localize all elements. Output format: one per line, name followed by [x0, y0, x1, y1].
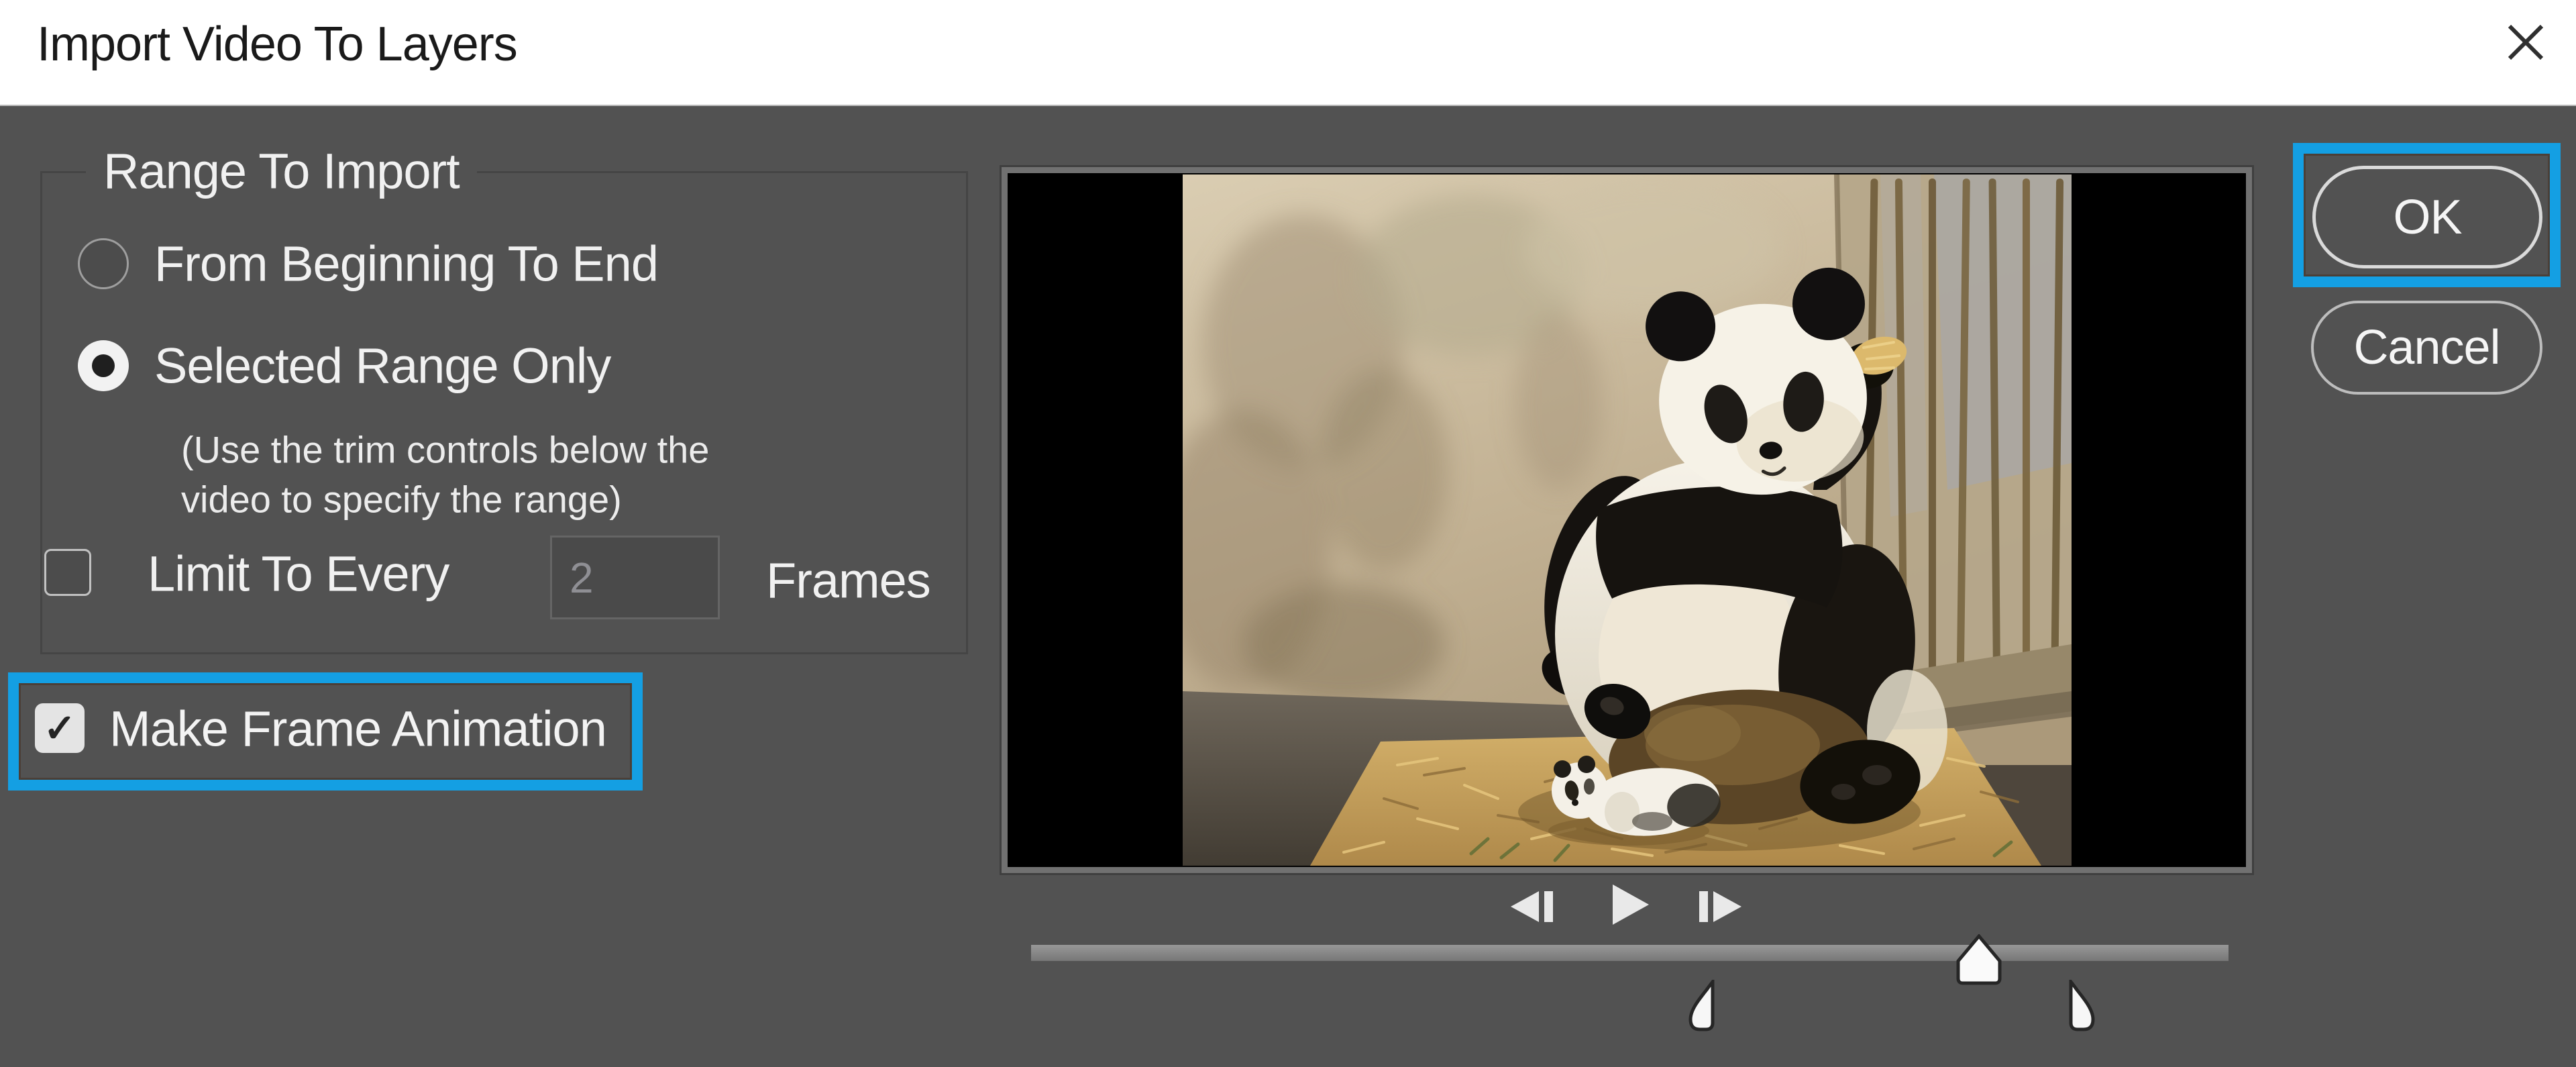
timeline-track[interactable] [1031, 945, 2229, 961]
step-back-icon [1508, 915, 1555, 926]
make-frame-animation-label[interactable]: Make Frame Animation [109, 701, 606, 758]
dialog-title: Import Video To Layers [37, 17, 517, 72]
ok-button[interactable]: OK [2312, 166, 2542, 268]
check-icon: ✓ [44, 705, 76, 751]
play-icon [1609, 917, 1652, 929]
step-forward-icon [1697, 915, 1744, 926]
radio-selected-range-only[interactable] [78, 340, 129, 391]
range-group-legend: Range To Import [86, 143, 477, 200]
limit-to-every-label[interactable]: Limit To Every [148, 546, 449, 603]
video-preview-frame [1000, 165, 2254, 875]
import-video-to-layers-dialog: Import Video To Layers Range To Import F… [0, 0, 2576, 1067]
trim-hint-line1: (Use the trim controls below the [181, 428, 709, 472]
play-button[interactable] [1609, 883, 1652, 926]
limit-to-every-checkbox[interactable] [44, 549, 91, 596]
video-preview-image [1183, 174, 2072, 866]
radio-label-from-beginning[interactable]: From Beginning To End [154, 236, 658, 293]
cancel-button[interactable]: Cancel [2311, 301, 2542, 395]
trim-out-marker[interactable] [2066, 980, 2098, 1035]
playhead-marker[interactable] [1955, 934, 2002, 988]
radio-label-selected-range[interactable]: Selected Range Only [154, 338, 610, 395]
trim-hint-line2: video to specify the range) [181, 478, 622, 521]
radio-from-beginning-to-end[interactable] [78, 238, 129, 289]
close-icon [2504, 21, 2547, 67]
trim-in-marker[interactable] [1685, 980, 1717, 1035]
step-back-button[interactable] [1508, 890, 1555, 923]
make-frame-animation-checkbox[interactable]: ✓ [35, 703, 85, 753]
frames-suffix-label: Frames [766, 552, 930, 609]
limit-frames-input[interactable] [550, 536, 720, 619]
step-forward-button[interactable] [1697, 890, 1744, 923]
close-button[interactable] [2497, 15, 2555, 72]
